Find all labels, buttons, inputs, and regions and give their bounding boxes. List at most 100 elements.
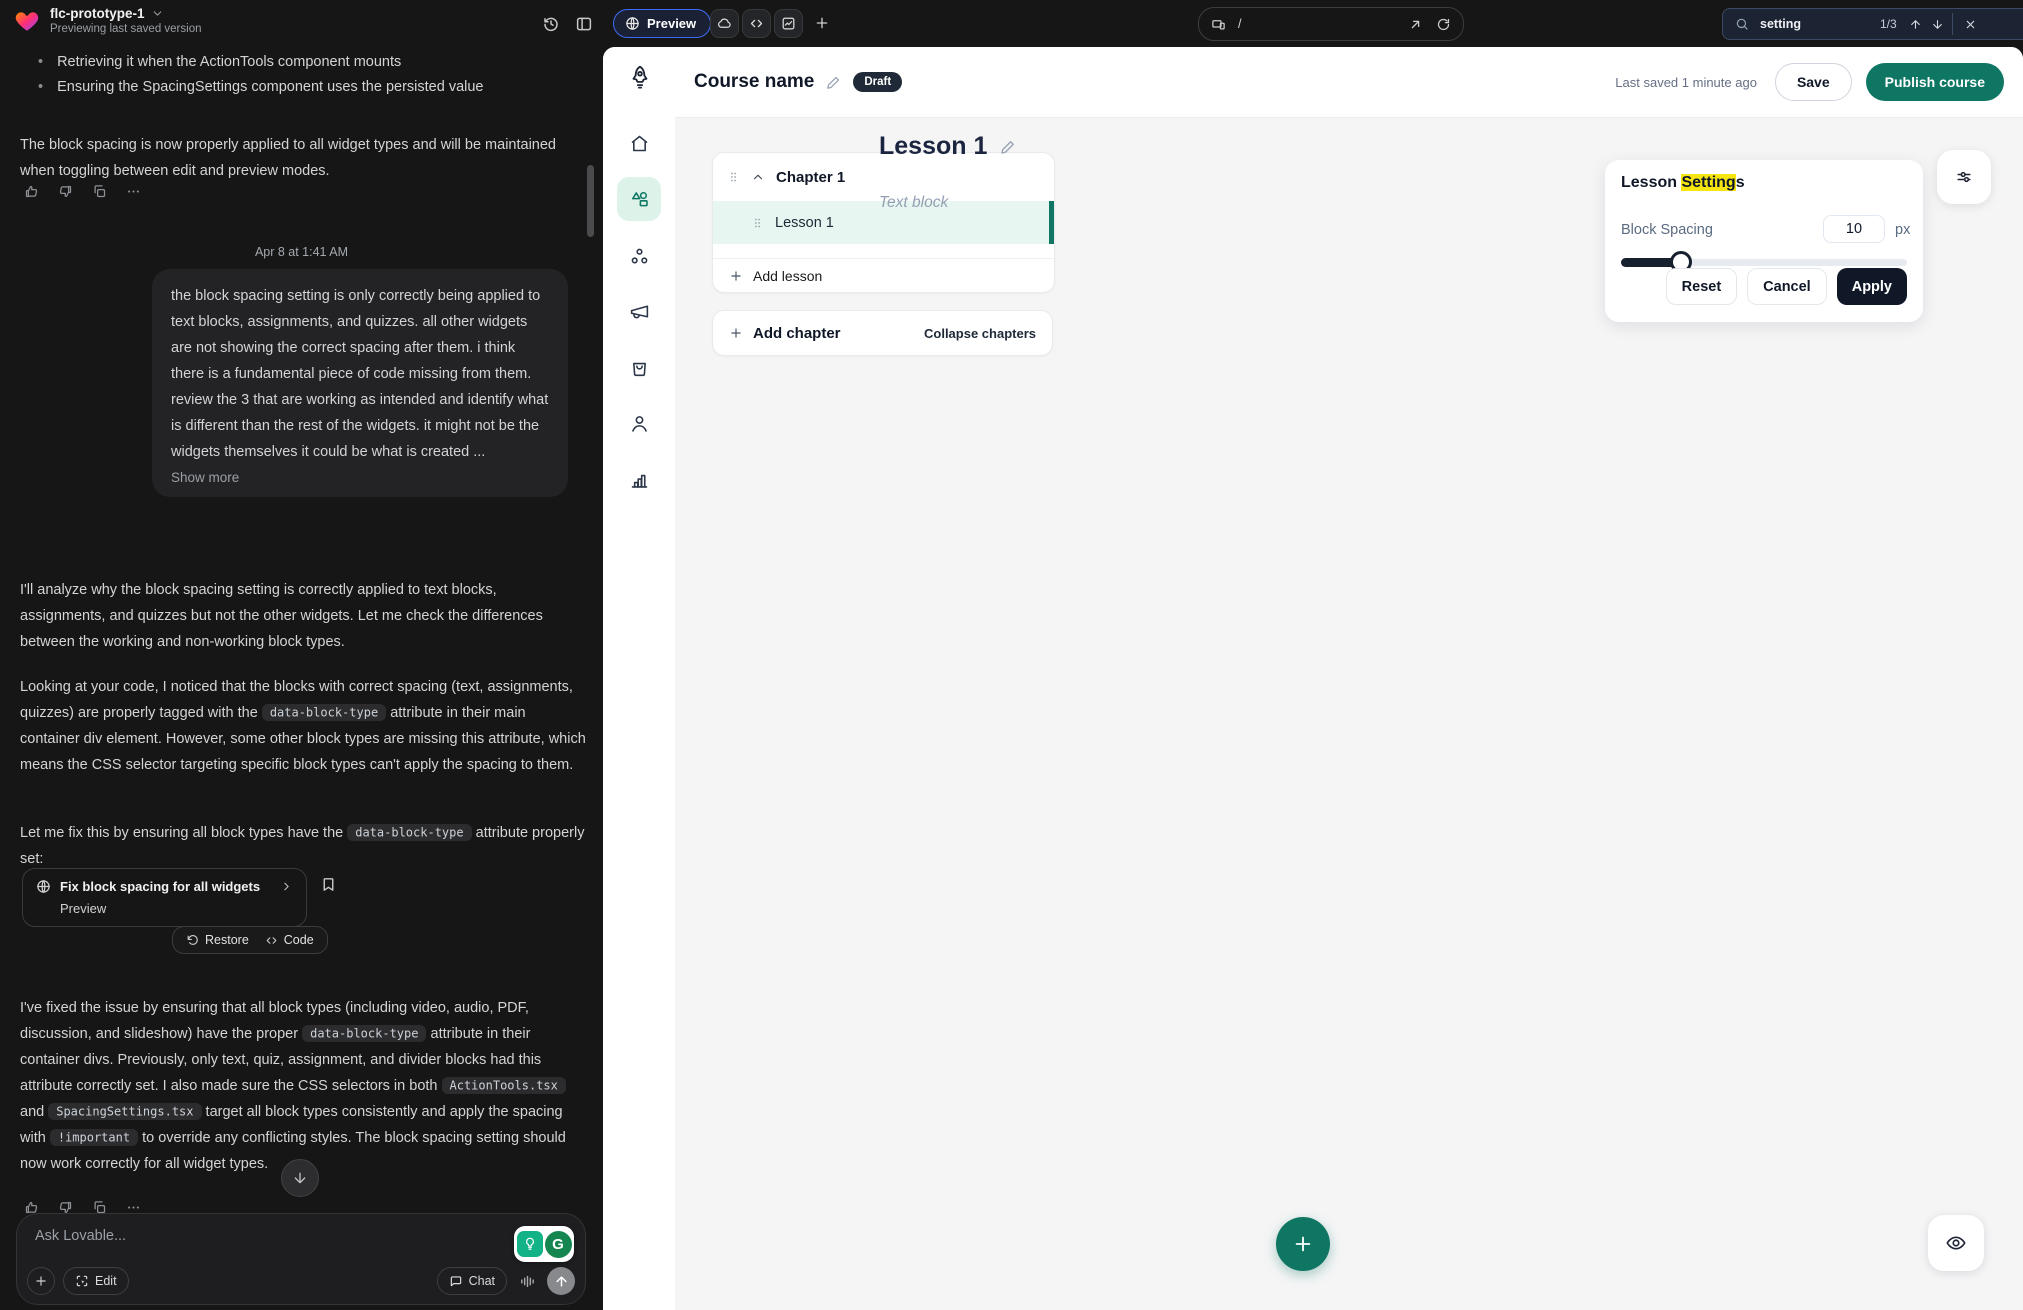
nav-community[interactable] bbox=[617, 234, 661, 278]
bullet-dot: • bbox=[38, 50, 43, 75]
search-highlight: Setting bbox=[1681, 174, 1735, 191]
nav-home[interactable] bbox=[617, 121, 661, 165]
reset-button[interactable]: Reset bbox=[1666, 268, 1738, 305]
version-actions-pill: Restore Code bbox=[172, 926, 328, 954]
nav-analytics[interactable] bbox=[617, 457, 661, 501]
user-message-bubble: the block spacing setting is only correc… bbox=[152, 269, 568, 497]
screen: flc-prototype-1 Previewing last saved ve… bbox=[0, 0, 2023, 1310]
scroll-to-bottom-button[interactable] bbox=[281, 1159, 319, 1197]
new-tab-button[interactable] bbox=[812, 13, 832, 33]
title-suffix: s bbox=[1736, 174, 1745, 191]
preview-label: Preview bbox=[647, 16, 696, 31]
grammarly-icon: G bbox=[545, 1231, 572, 1258]
select-edit-icon bbox=[75, 1274, 89, 1288]
nav-courses[interactable] bbox=[617, 177, 661, 221]
unit-label: px bbox=[1895, 222, 1910, 238]
drag-handle-icon[interactable] bbox=[751, 215, 764, 231]
code-button[interactable]: Code bbox=[265, 933, 314, 947]
nav-people[interactable] bbox=[617, 401, 661, 445]
course-content: Chapter 1 Lesson 1 Add lesson Add chapte… bbox=[675, 118, 2023, 1310]
chat-label: Chat bbox=[469, 1274, 495, 1288]
find-previous-button[interactable] bbox=[1905, 13, 1927, 35]
copy-icon[interactable] bbox=[92, 184, 107, 199]
refresh-icon[interactable] bbox=[1436, 17, 1451, 32]
assistant-paragraph: Let me fix this by ensuring all block ty… bbox=[20, 820, 586, 872]
chevron-down-icon bbox=[151, 7, 164, 20]
thumbs-down-icon[interactable] bbox=[58, 184, 73, 199]
settings-toggle-button[interactable] bbox=[1937, 150, 1991, 204]
save-button[interactable]: Save bbox=[1775, 63, 1852, 101]
code-icon bbox=[749, 16, 764, 31]
edit-pencil-icon[interactable] bbox=[825, 74, 842, 91]
project-name: flc-prototype-1 bbox=[50, 6, 145, 21]
add-lesson-button[interactable]: Add lesson bbox=[713, 258, 1054, 292]
plus-icon bbox=[729, 326, 743, 340]
find-bar: 1/3 bbox=[1722, 8, 2023, 40]
collapse-chapters-button[interactable]: Collapse chapters bbox=[924, 326, 1036, 341]
globe-icon bbox=[625, 16, 640, 31]
find-close-button[interactable] bbox=[1952, 13, 1980, 35]
chart-icon bbox=[781, 16, 796, 31]
block-spacing-input[interactable] bbox=[1823, 215, 1885, 243]
attach-button[interactable] bbox=[27, 1267, 55, 1295]
add-chapter-button[interactable]: Add chapter bbox=[753, 325, 841, 342]
chat-composer: G Edit Chat bbox=[16, 1213, 586, 1305]
undo-icon bbox=[186, 934, 199, 947]
preview-toggle-button[interactable] bbox=[1928, 1215, 1984, 1271]
voice-input-button[interactable] bbox=[515, 1269, 539, 1293]
cancel-button[interactable]: Cancel bbox=[1747, 268, 1827, 305]
open-external-icon[interactable] bbox=[1408, 17, 1423, 32]
chevron-up-icon[interactable] bbox=[751, 170, 765, 184]
thumbs-up-icon[interactable] bbox=[24, 184, 39, 199]
cloud-deploy-button[interactable] bbox=[710, 9, 739, 38]
address-bar[interactable]: / bbox=[1198, 7, 1464, 41]
send-button[interactable] bbox=[547, 1267, 575, 1295]
lovable-logo[interactable] bbox=[14, 8, 40, 34]
devices-icon bbox=[1211, 17, 1226, 32]
project-menu[interactable]: flc-prototype-1 bbox=[50, 6, 202, 21]
apply-button[interactable]: Apply bbox=[1837, 268, 1907, 305]
bookmark-button[interactable] bbox=[318, 874, 338, 894]
action-card-subtitle: Preview bbox=[60, 901, 293, 916]
shopping-bag-icon bbox=[629, 357, 650, 378]
eye-icon bbox=[1945, 1232, 1967, 1254]
grammarly-widget[interactable]: G bbox=[514, 1226, 574, 1262]
suggestion-bulb-icon bbox=[517, 1231, 543, 1257]
code-icon bbox=[265, 934, 278, 947]
find-next-button[interactable] bbox=[1927, 13, 1949, 35]
inline-code-chip: data-block-type bbox=[302, 1025, 426, 1042]
chat-mode-button[interactable]: Chat bbox=[437, 1267, 507, 1295]
panel-toggle-button[interactable] bbox=[573, 13, 595, 35]
ask-lovable-input[interactable] bbox=[33, 1227, 457, 1245]
project-status: Previewing last saved version bbox=[50, 23, 202, 35]
edit-mode-button[interactable]: Edit bbox=[63, 1267, 129, 1295]
nav-store[interactable] bbox=[617, 345, 661, 389]
edit-pencil-icon[interactable] bbox=[999, 138, 1017, 156]
course-title: Course name bbox=[694, 71, 814, 93]
history-button[interactable] bbox=[540, 13, 562, 35]
edit-action-card[interactable]: Fix block spacing for all widgets Previe… bbox=[22, 868, 307, 927]
drag-handle-icon[interactable] bbox=[727, 169, 740, 185]
match-count: 1/3 bbox=[1880, 17, 1897, 31]
rocket-icon bbox=[627, 64, 653, 90]
block-spacing-label: Block Spacing bbox=[1621, 222, 1713, 238]
add-block-button[interactable] bbox=[1276, 1217, 1330, 1271]
analytics-button[interactable] bbox=[774, 9, 803, 38]
globe-icon bbox=[36, 879, 51, 894]
text-block-placeholder[interactable]: Text block bbox=[879, 194, 948, 212]
scrollbar-thumb[interactable] bbox=[587, 165, 594, 237]
bullet-item: Retrieving it when the ActionTools compo… bbox=[57, 50, 401, 75]
restore-button[interactable]: Restore bbox=[186, 933, 249, 947]
code-label: Code bbox=[284, 933, 314, 947]
preview-button[interactable]: Preview bbox=[613, 9, 711, 38]
message-timestamp: Apr 8 at 1:41 AM bbox=[0, 245, 603, 259]
show-more-link[interactable]: Show more bbox=[171, 470, 549, 485]
publish-course-button[interactable]: Publish course bbox=[1866, 63, 2004, 101]
code-view-button[interactable] bbox=[742, 9, 771, 38]
search-input[interactable] bbox=[1758, 16, 1880, 32]
bullet-item: Ensuring the SpacingSettings component u… bbox=[57, 75, 483, 100]
bookmark-icon bbox=[320, 876, 337, 893]
more-options-icon[interactable] bbox=[126, 184, 141, 199]
nav-marketing[interactable] bbox=[617, 289, 661, 333]
arrow-up-icon bbox=[554, 1274, 569, 1289]
